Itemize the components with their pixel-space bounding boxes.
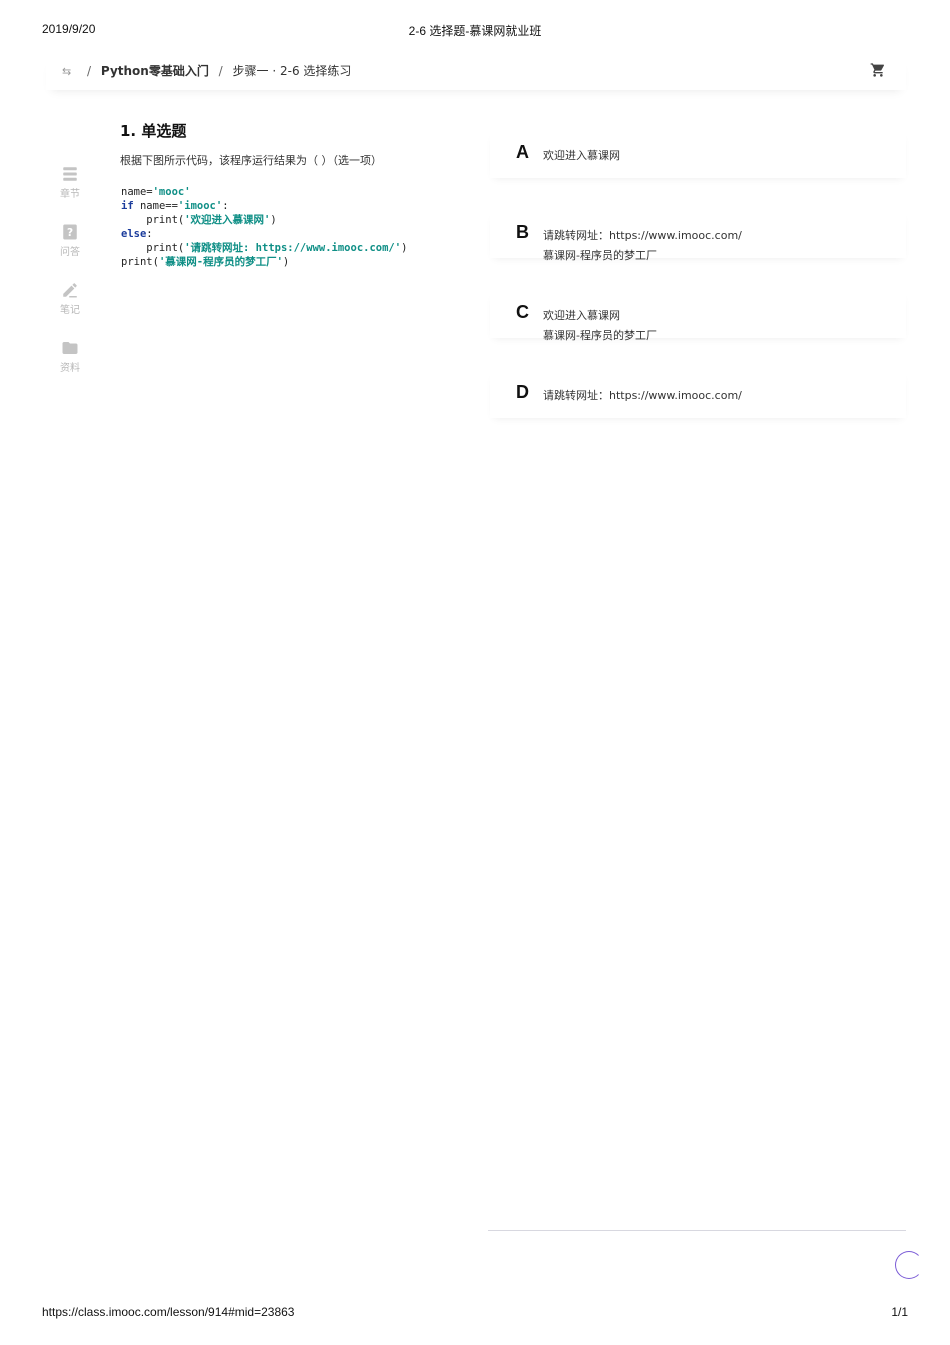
breadcrumb-course-link[interactable]: Python零基础入门 — [101, 64, 209, 78]
option-b[interactable]: B 请跳转网址：https://www.imooc.com/ 慕课网-程序员的梦… — [490, 210, 906, 262]
divider — [488, 1230, 906, 1231]
shopping-cart-icon[interactable] — [870, 62, 886, 78]
option-letter: C — [516, 302, 529, 322]
breadcrumb: ⇆ / Python零基础入门 / 步骤一 · 2-6 选择练习 — [62, 64, 352, 78]
option-c[interactable]: C 欢迎进入慕课网 慕课网-程序员的梦工厂 — [490, 290, 906, 342]
question-title: 1. 单选题 — [120, 122, 187, 140]
switch-icon[interactable]: ⇆ — [62, 65, 71, 78]
print-header: 2019/9/20 2-6 选择题-慕课网就业班 — [42, 22, 908, 40]
option-d[interactable]: D 请跳转网址：https://www.imooc.com/ — [490, 370, 906, 418]
option-text: 请跳转网址：https://www.imooc.com/ 慕课网-程序员的梦工厂 — [543, 229, 742, 262]
question-description: 根据下图所示代码，该程序运行结果为（ ）（选一项） — [120, 154, 382, 167]
svg-text:?: ? — [67, 227, 73, 239]
note-pencil-icon — [63, 283, 77, 298]
print-footer: https://class.imooc.com/lesson/914#mid=2… — [42, 1305, 908, 1323]
top-bar: ⇆ / Python零基础入门 / 步骤一 · 2-6 选择练习 — [46, 56, 906, 90]
print-title: 2-6 选择题-慕课网就业班 — [408, 24, 542, 38]
sidebar-item-notes[interactable]: 笔记 — [50, 281, 90, 323]
option-text: 欢迎进入慕课网 — [543, 149, 620, 162]
left-sidebar: 章节 ? 问答 笔记 资料 — [50, 165, 90, 397]
code-block: name='mooc' if name=='imooc': print('欢迎进… — [121, 186, 408, 268]
sidebar-item-materials[interactable]: 资料 — [50, 339, 90, 381]
option-text: 欢迎进入慕课网 慕课网-程序员的梦工厂 — [543, 309, 657, 342]
sidebar-item-chapter[interactable]: 章节 — [50, 165, 90, 207]
print-url: https://class.imooc.com/lesson/914#mid=2… — [42, 1305, 295, 1319]
folder-icon — [62, 342, 78, 354]
breadcrumb-lesson: 步骤一 · 2-6 选择练习 — [232, 64, 352, 78]
print-page-number: 1/1 — [891, 1305, 908, 1319]
progress-circle-icon[interactable] — [895, 1251, 923, 1279]
chapter-icon — [63, 167, 77, 181]
sidebar-item-qa[interactable]: ? 问答 — [50, 223, 90, 265]
option-letter: B — [516, 222, 529, 242]
option-letter: A — [516, 142, 529, 162]
answer-options: A 欢迎进入慕课网 B 请跳转网址：https://www.imooc.com/… — [490, 130, 906, 450]
option-a[interactable]: A 欢迎进入慕课网 — [490, 130, 906, 178]
option-text: 请跳转网址：https://www.imooc.com/ — [543, 389, 742, 402]
option-letter: D — [516, 382, 529, 402]
question-icon: ? — [63, 224, 77, 240]
